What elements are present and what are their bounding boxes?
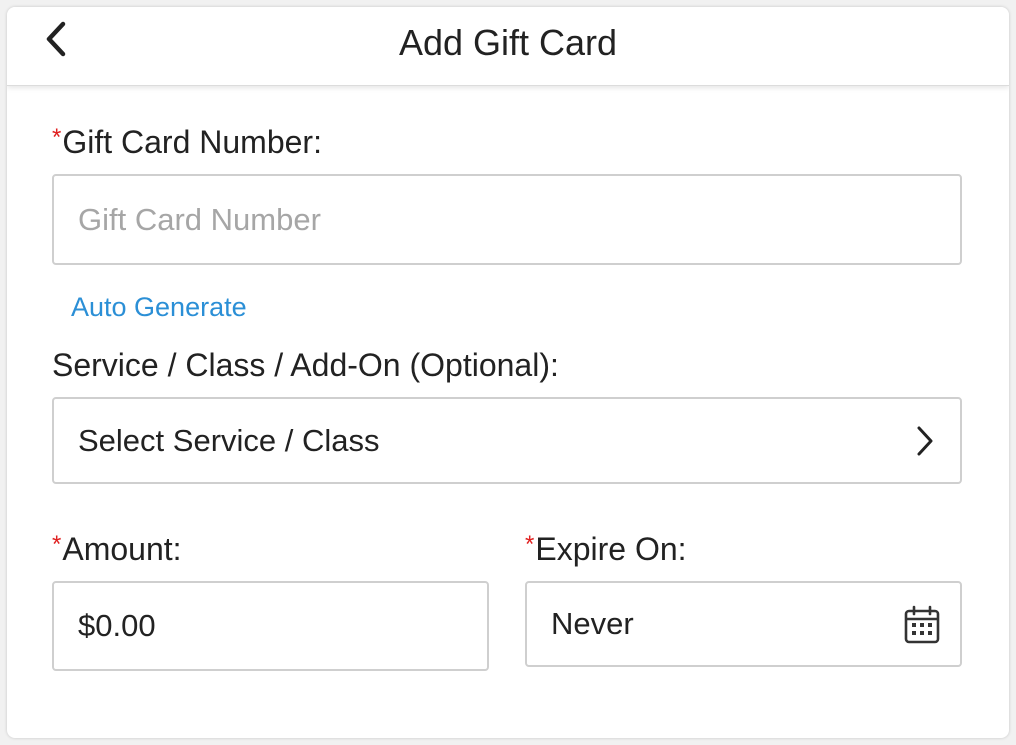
amount-field[interactable]: $0.00 (52, 581, 489, 671)
calendar-icon[interactable] (902, 603, 942, 647)
required-asterisk: * (52, 124, 62, 151)
expire-on-label: *Expire On: (525, 529, 687, 569)
required-asterisk: * (52, 531, 62, 558)
amount-label: *Amount: (52, 529, 182, 569)
service-class-label: Service / Class / Add-On (Optional): (52, 347, 559, 383)
chevron-right-icon (910, 423, 940, 459)
service-class-selector[interactable]: Select Service / Class (52, 397, 962, 484)
app-frame: Add Gift Card *Gift Card Number: Auto Ge… (7, 7, 1009, 738)
amount-value[interactable]: $0.00 (78, 583, 156, 669)
amount-label-text: Amount: (62, 531, 182, 567)
gift-card-number-input[interactable] (54, 176, 960, 263)
expire-on-value: Never (551, 606, 634, 641)
required-asterisk: * (525, 531, 535, 558)
gift-card-number-label-text: Gift Card Number: (62, 124, 322, 160)
gift-card-number-field[interactable] (52, 174, 962, 265)
page-title: Add Gift Card (398, 22, 618, 63)
expire-on-label-text: Expire On: (535, 531, 687, 567)
expire-on-field[interactable]: Never (525, 581, 962, 667)
top-bar: Add Gift Card (7, 7, 1009, 86)
gift-card-number-label: *Gift Card Number: (52, 122, 322, 162)
service-class-value: Select Service / Class (78, 422, 380, 458)
auto-generate-link[interactable]: Auto Generate (71, 290, 247, 324)
